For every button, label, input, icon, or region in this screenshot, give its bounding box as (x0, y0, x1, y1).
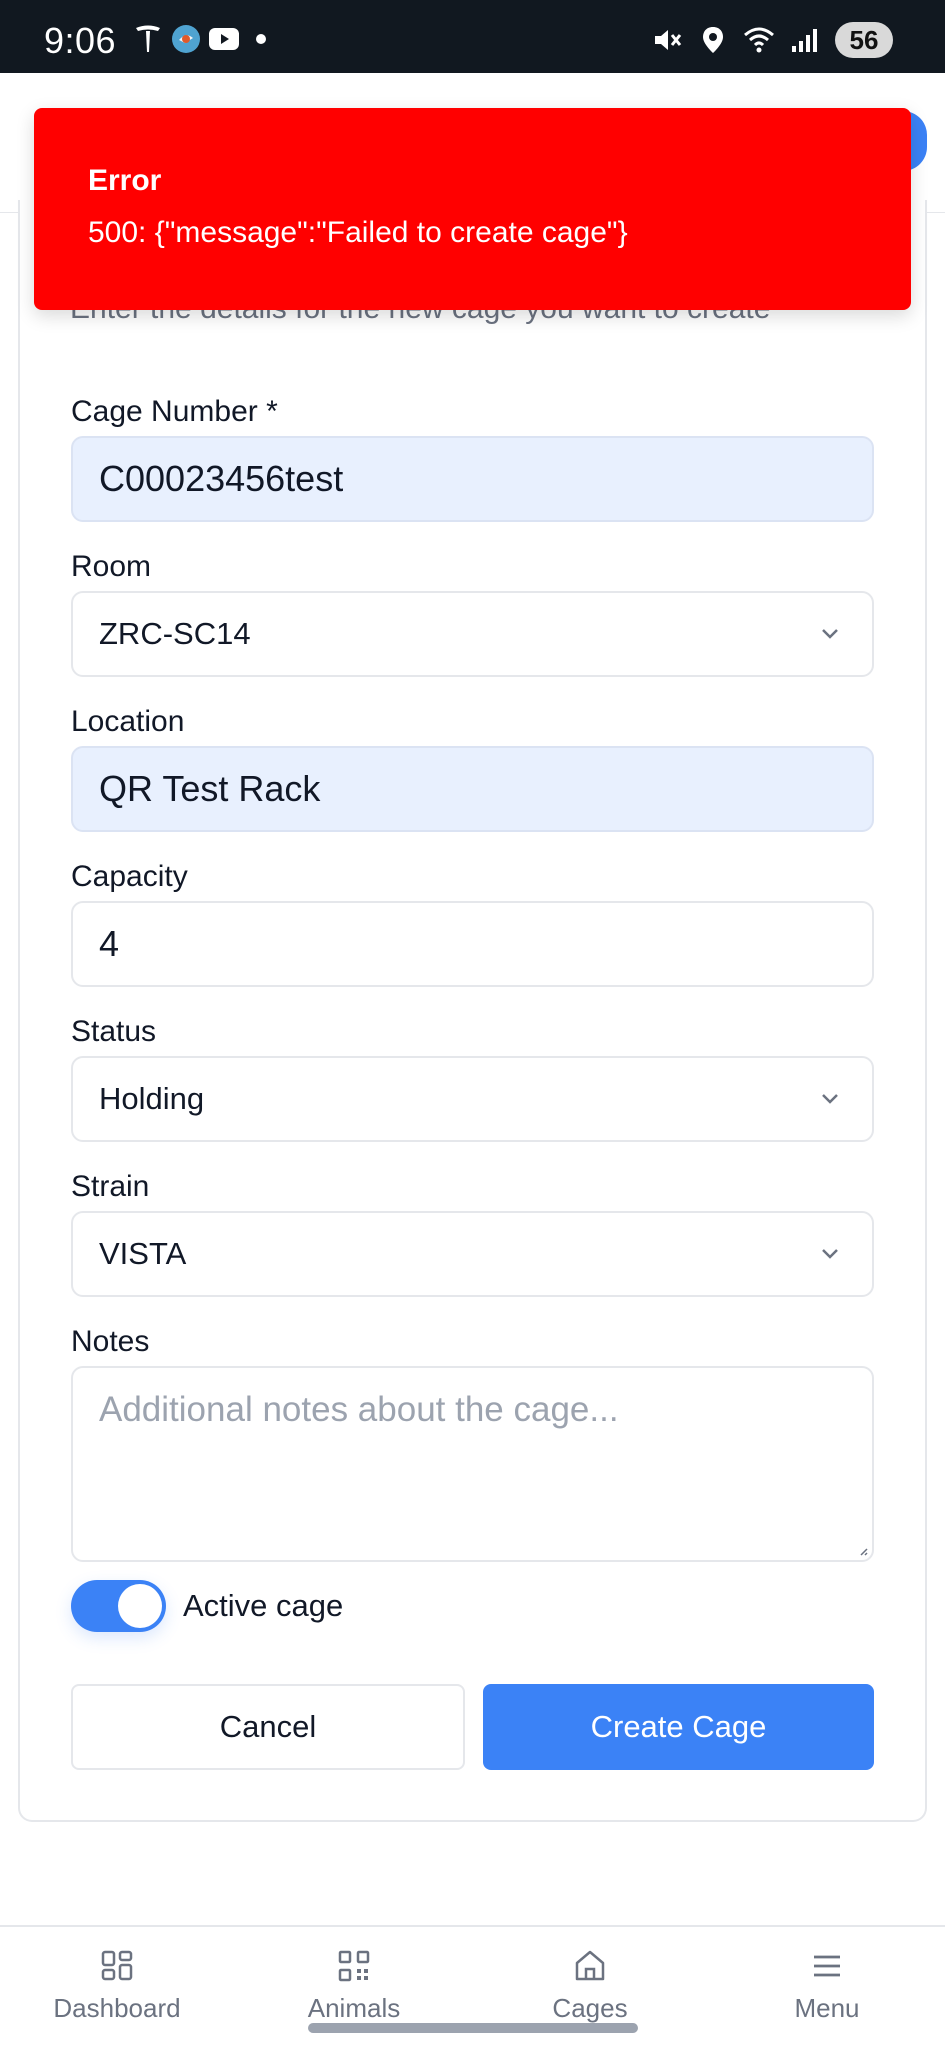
cancel-button[interactable]: Cancel (71, 1684, 465, 1770)
status-bar: 9:06 56 (0, 0, 945, 73)
status-time: 9:06 (44, 20, 117, 61)
cage-number-value: C00023456test (99, 458, 344, 499)
nav-menu-label: Menu (794, 1993, 860, 2023)
menu-icon (814, 1955, 840, 1977)
battery-indicator: 56 (835, 22, 893, 58)
cage-number-label: Cage Number * (71, 395, 278, 428)
notes-placeholder: Additional notes about the cage... (99, 1390, 619, 1429)
resize-handle-icon[interactable] (858, 1546, 868, 1556)
capacity-label: Capacity (71, 860, 188, 893)
create-cage-button[interactable]: Create Cage (483, 1684, 874, 1770)
wifi-icon (743, 25, 775, 55)
toast-message: 500: {"message":"Failed to create cage"} (88, 216, 628, 249)
notes-textarea[interactable]: Additional notes about the cage... (71, 1366, 874, 1562)
nav-cages[interactable]: Cages (490, 1949, 690, 2024)
chevron-down-icon (822, 1249, 838, 1259)
room-select[interactable]: ZRC-SC14 (71, 591, 874, 677)
error-toast[interactable]: Error 500: {"message":"Failed to create … (34, 108, 911, 310)
status-left-icons (132, 24, 266, 54)
nav-animals[interactable]: Animals (254, 1949, 454, 2024)
cage-number-input[interactable]: C00023456test (71, 436, 874, 522)
home-icon (575, 1950, 605, 1981)
status-select[interactable]: Holding (71, 1056, 874, 1142)
home-indicator[interactable] (308, 2023, 638, 2033)
location-value: QR Test Rack (99, 768, 321, 809)
signal-icon (789, 25, 821, 55)
nav-dashboard[interactable]: Dashboard (17, 1949, 217, 2024)
location-input[interactable]: QR Test Rack (71, 746, 874, 832)
toast-title: Error (88, 164, 162, 197)
chevron-down-icon (822, 1094, 838, 1104)
capacity-input[interactable]: 4 (71, 901, 874, 987)
active-cage-label: Active cage (183, 1588, 344, 1623)
nav-animals-label: Animals (307, 1993, 401, 2023)
status-right-icons: 56 (651, 22, 893, 58)
notification-dot (256, 34, 266, 44)
tesla-icon (132, 24, 164, 54)
mute-icon (651, 25, 683, 55)
chat-app-icon (170, 24, 202, 54)
active-cage-toggle[interactable] (71, 1580, 166, 1632)
strain-label: Strain (71, 1170, 150, 1203)
status-value: Holding (99, 1081, 205, 1116)
grid-icon (101, 1950, 133, 1981)
strain-value: VISTA (99, 1236, 187, 1271)
nav-dashboard-label: Dashboard (53, 1993, 181, 2023)
chevron-down-icon (822, 629, 838, 639)
capacity-value: 4 (99, 923, 120, 964)
notes-label: Notes (71, 1325, 150, 1358)
strain-select[interactable]: VISTA (71, 1211, 874, 1297)
nav-cages-label: Cages (552, 1993, 628, 2023)
room-label: Room (71, 550, 152, 583)
qr-code-icon (338, 1950, 370, 1982)
location-label: Location (71, 705, 185, 738)
status-label: Status (71, 1015, 157, 1048)
youtube-icon (208, 24, 240, 54)
room-value: ZRC-SC14 (99, 616, 251, 651)
nav-menu[interactable]: Menu (727, 1949, 927, 2024)
toggle-knob (118, 1584, 162, 1628)
location-icon (697, 25, 729, 55)
